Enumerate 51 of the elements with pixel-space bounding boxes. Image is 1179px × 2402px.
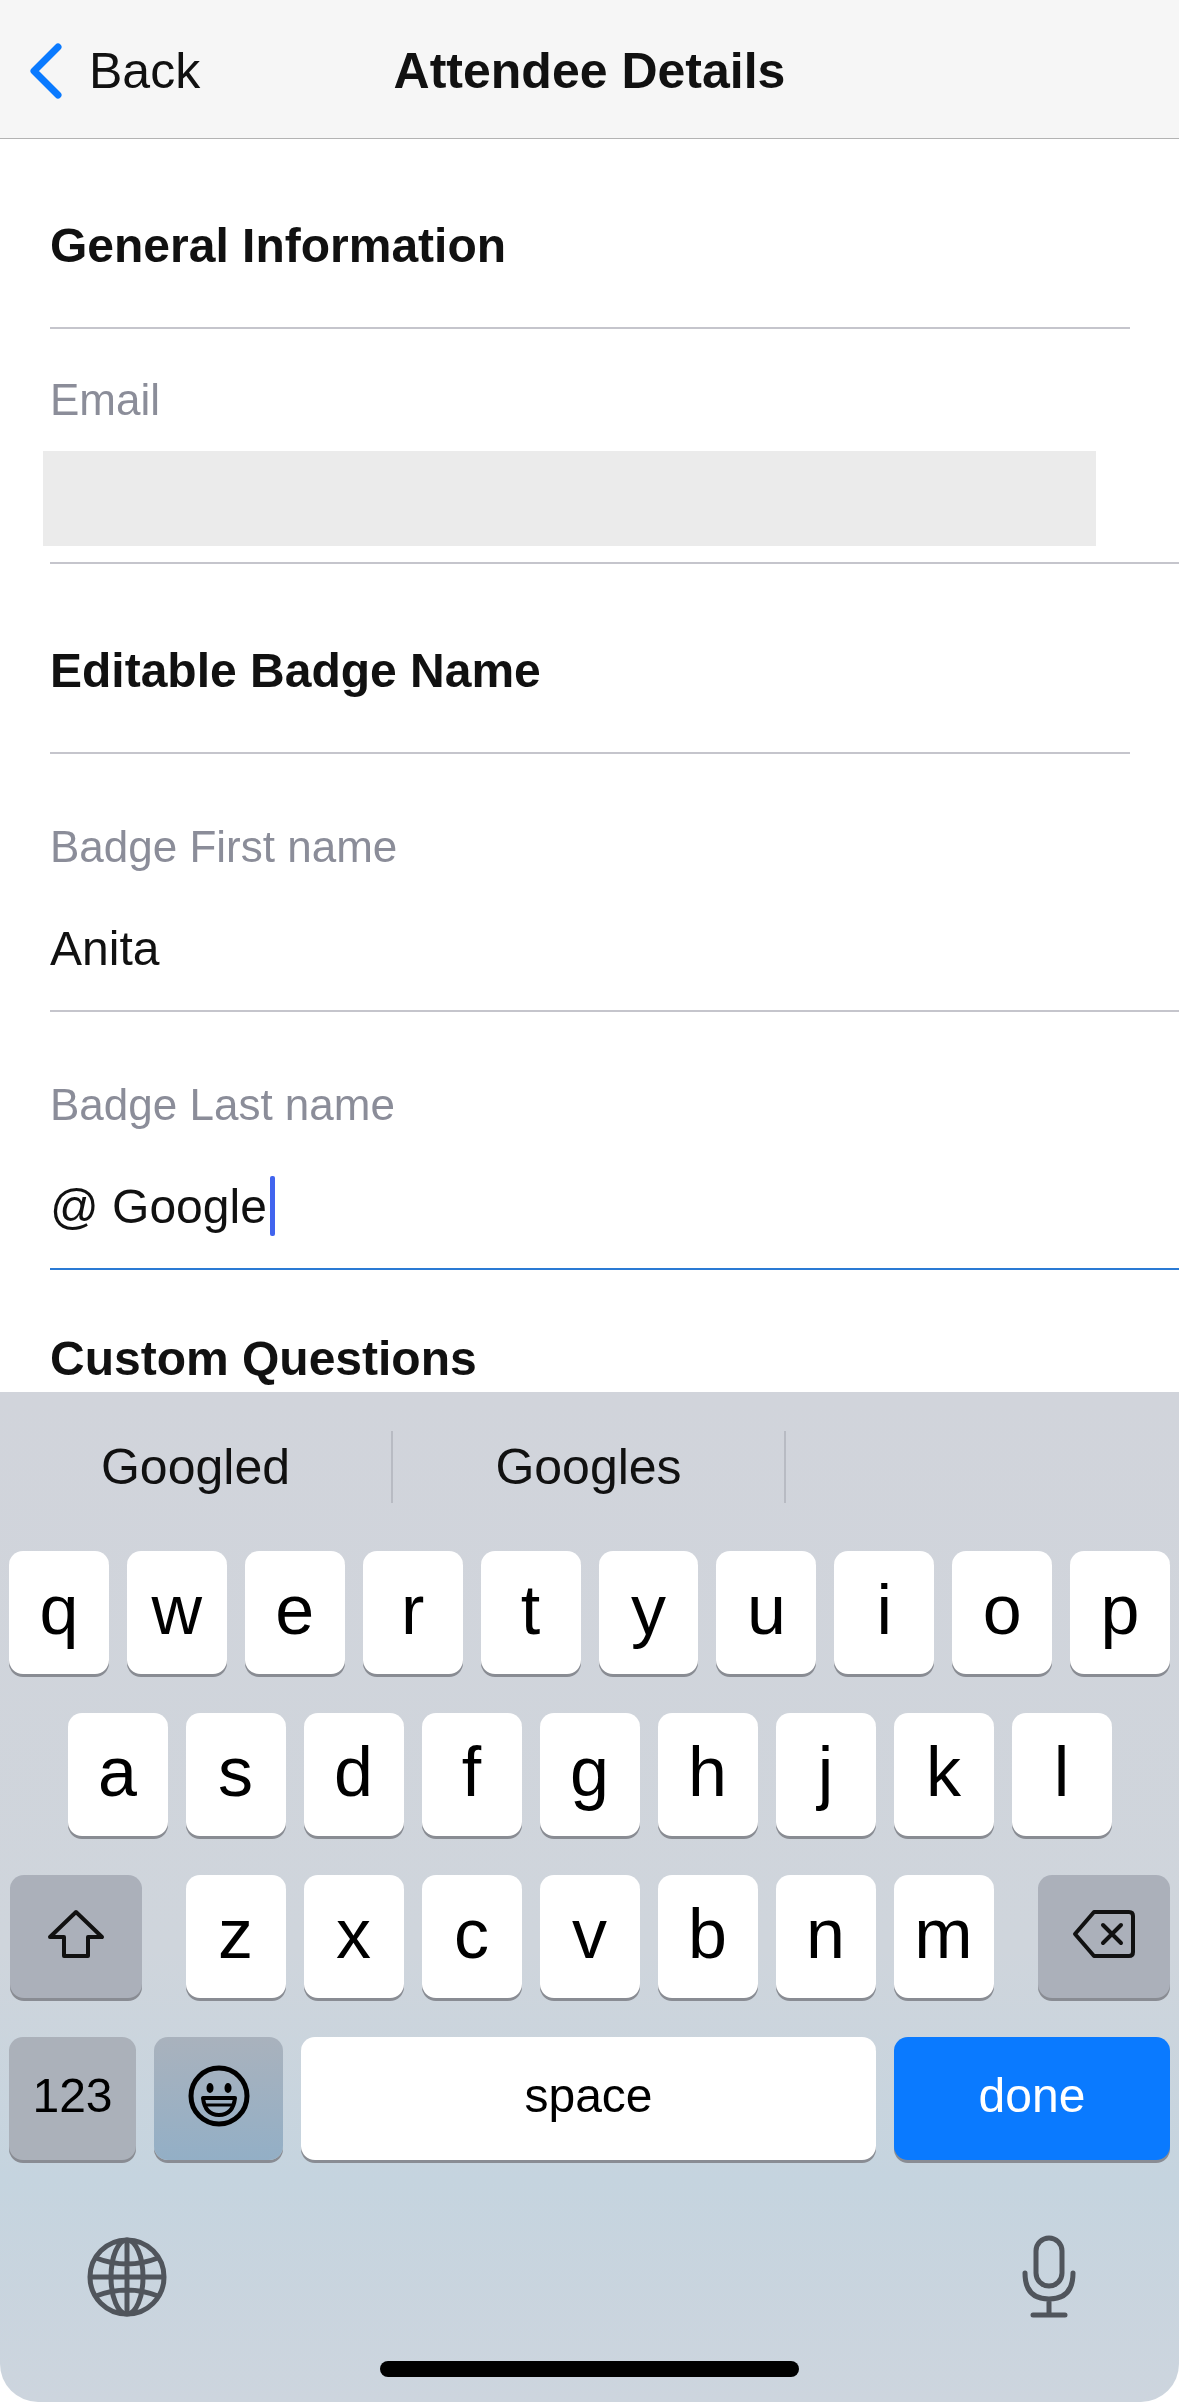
keyboard-key[interactable]: m [893, 1875, 994, 1998]
done-button[interactable]: done [894, 2037, 1170, 2160]
screen-title: Attendee Details [393, 42, 786, 101]
shift-icon [46, 1908, 105, 1959]
keyboard-key[interactable]: n [775, 1875, 876, 1998]
backspace-icon [1071, 1908, 1136, 1959]
suggestion-item[interactable]: Googled [100, 1437, 290, 1497]
section-heading: Editable Badge Name [50, 643, 542, 699]
globe-icon[interactable] [86, 2236, 168, 2318]
keyboard-key[interactable]: i [834, 1551, 935, 1674]
chevron-left-icon [29, 42, 63, 100]
keyboard-key[interactable]: 123 [9, 2037, 136, 2160]
keyboard-key[interactable]: w [126, 1551, 227, 1674]
keyboard-key[interactable]: y [598, 1551, 699, 1674]
keyboard-key[interactable]: j [775, 1713, 876, 1836]
keyboard-key[interactable]: t [480, 1551, 581, 1674]
keyboard-key[interactable]: d [303, 1713, 404, 1836]
keyboard-key[interactable]: k [893, 1713, 994, 1836]
keyboard-key[interactable]: s [185, 1713, 286, 1836]
section-heading: General Information [50, 218, 508, 274]
keyboard-key[interactable]: a [67, 1713, 168, 1836]
keyboard-key[interactable]: r [362, 1551, 463, 1674]
text-cursor-icon [269, 1176, 275, 1236]
keyboard-key[interactable]: g [539, 1713, 640, 1836]
keyboard-key[interactable]: z [185, 1875, 286, 1998]
emoji-key[interactable] [154, 2037, 283, 2160]
field-label: Email [50, 375, 161, 425]
keyboard-key[interactable]: l [1011, 1713, 1112, 1836]
smiley-icon [187, 2064, 250, 2127]
keyboard-key[interactable]: v [539, 1875, 640, 1998]
keyboard-key[interactable]: o [952, 1551, 1053, 1674]
back-button[interactable]: Back [29, 41, 201, 101]
microphone-icon[interactable] [1021, 2235, 1077, 2319]
section-heading: Custom Questions [50, 1331, 478, 1387]
shift-key[interactable] [9, 1875, 142, 1998]
keyboard-key[interactable]: u [716, 1551, 817, 1674]
keyboard-key[interactable]: f [421, 1713, 522, 1836]
keyboard-key[interactable]: e [244, 1551, 345, 1674]
keyboard-key[interactable]: h [657, 1713, 758, 1836]
delete-key[interactable] [1037, 1875, 1170, 1998]
suggestion-item[interactable]: Googles [495, 1437, 682, 1497]
field-label: Badge Last name [50, 1080, 395, 1130]
keyboard-key[interactable]: x [303, 1875, 404, 1998]
keyboard-key[interactable]: p [1070, 1551, 1171, 1674]
input-field[interactable]: @ Google [50, 1176, 1179, 1270]
space-bar[interactable]: space [301, 2037, 876, 2160]
keyboard-key[interactable]: b [657, 1875, 758, 1998]
field-label: Badge First name [50, 822, 398, 872]
keyboard-key[interactable]: c [421, 1875, 522, 1998]
keyboard-key[interactable]: q [8, 1551, 109, 1674]
input-field[interactable]: Anita [50, 918, 1179, 1012]
